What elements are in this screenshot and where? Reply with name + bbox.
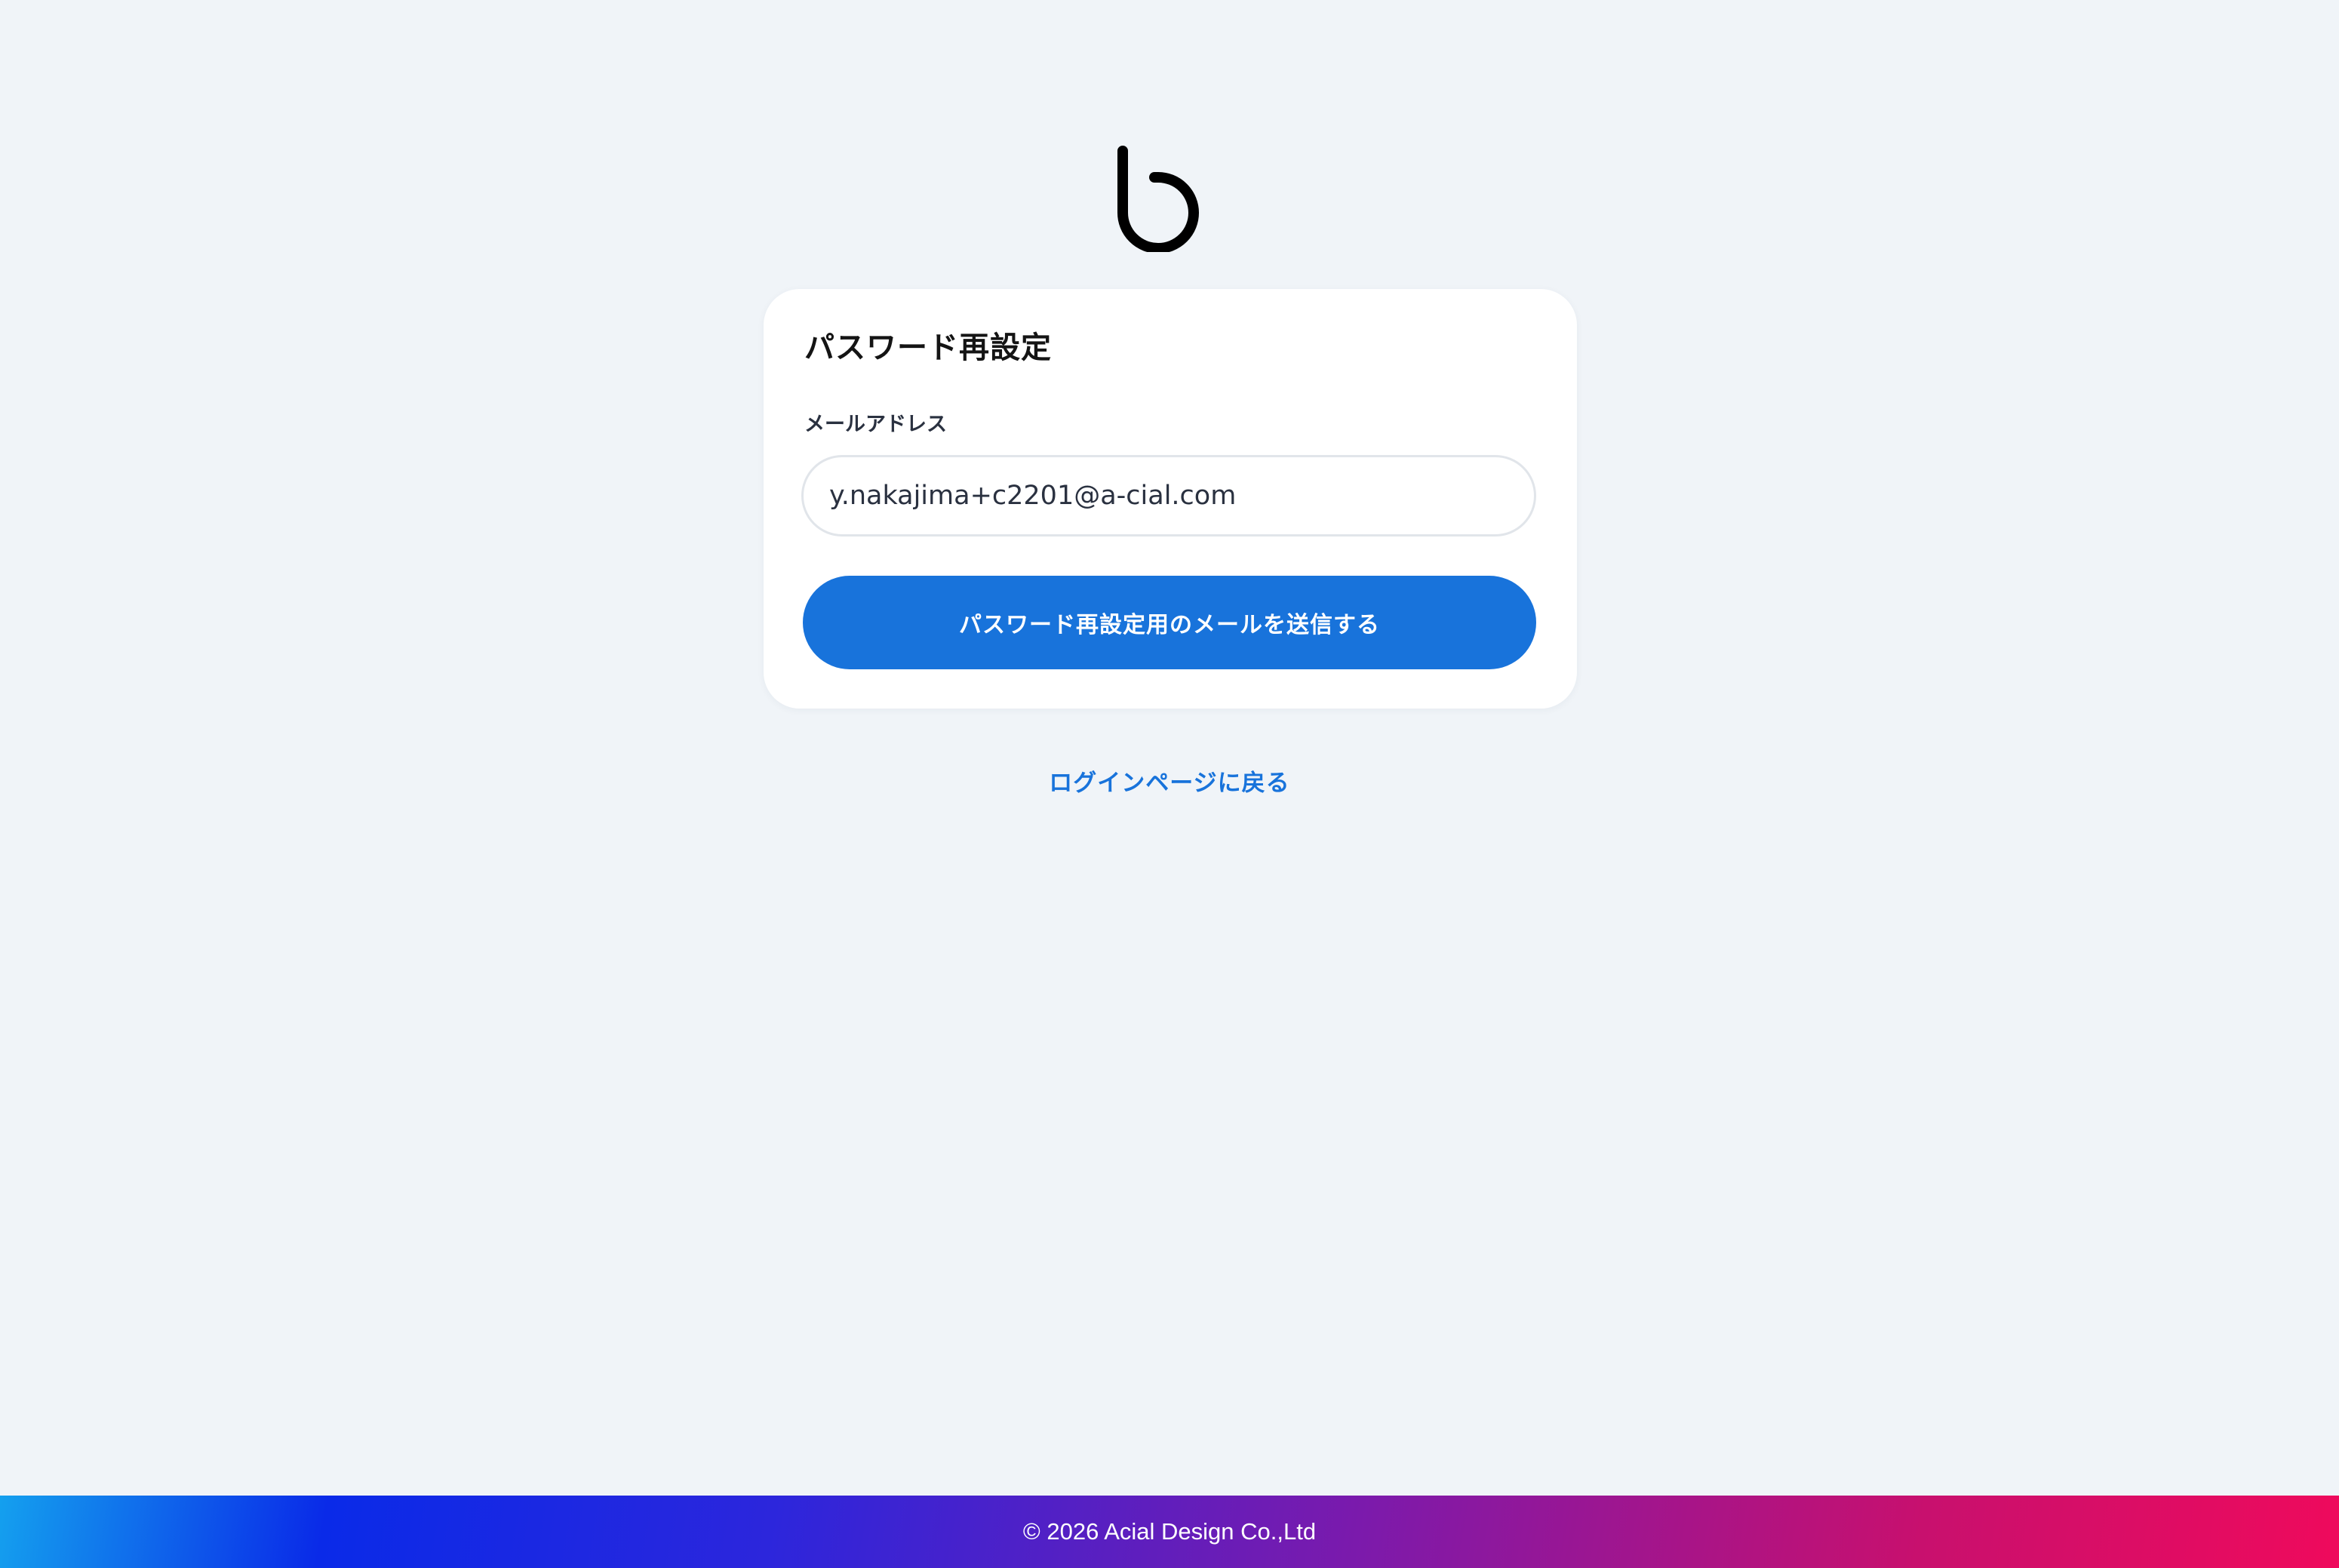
send-reset-email-button[interactable]: パスワード再設定用のメールを送信する xyxy=(803,576,1536,669)
copyright-text: © 2026 Acial Design Co.,Ltd xyxy=(1022,1518,1317,1545)
email-field[interactable] xyxy=(801,455,1536,537)
back-to-login-link[interactable]: ログインページに戻る xyxy=(943,767,1396,800)
email-label: メールアドレス xyxy=(804,413,947,436)
footer: © 2026 Acial Design Co.,Ltd xyxy=(0,1496,2339,1568)
password-reset-card: パスワード再設定 メールアドレス パスワード再設定用のメールを送信する xyxy=(764,289,1577,709)
page-title: パスワード再設定 xyxy=(804,331,1052,365)
b-plus-logo xyxy=(1117,130,1219,252)
